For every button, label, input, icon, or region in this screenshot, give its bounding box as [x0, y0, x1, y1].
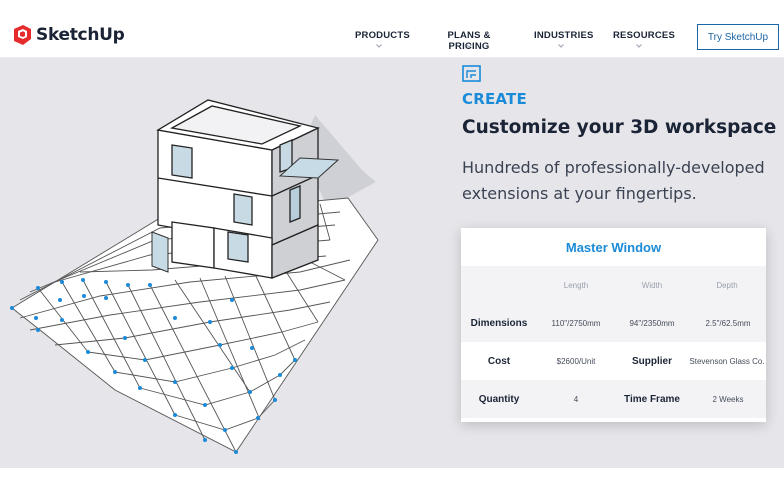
nav-item-label: RESOURCES	[613, 30, 675, 41]
nav-item-label: PRODUCTS	[355, 30, 410, 41]
chevron-down-icon	[636, 44, 642, 48]
dimensions-label: Dimensions	[470, 317, 528, 329]
cost-label: Cost	[487, 355, 511, 367]
dimensions-width: 94"/2350mm	[629, 318, 675, 328]
dimensions-length: 110"/2750mm	[551, 318, 601, 328]
nav-item-resources[interactable]: RESOURCES	[613, 30, 675, 48]
time-frame-label: Time Frame	[624, 393, 680, 405]
chevron-down-icon	[558, 44, 564, 48]
chevron-down-icon	[376, 44, 382, 48]
nav-item-products[interactable]: PRODUCTS	[355, 30, 410, 48]
building-illustration	[10, 99, 379, 454]
chevron-down-icon	[466, 44, 472, 48]
time-frame-value: 2 Weeks	[712, 394, 744, 404]
card-row-cost: Cost $2600/Unit Supplier Stevenson Glass…	[461, 342, 766, 380]
create-section-icon	[462, 65, 481, 82]
column-header-length: Length	[563, 280, 589, 290]
nav-item-industries[interactable]: INDUSTRIES	[534, 30, 593, 48]
supplier-label: Supplier	[631, 355, 672, 367]
top-nav: SketchUp PRODUCTS PLANS & PRICING INDUST…	[0, 0, 784, 58]
section-label: CREATE	[462, 90, 527, 108]
quantity-value: 4	[573, 394, 579, 404]
brand-logo[interactable]: SketchUp	[12, 22, 125, 48]
nav-item-plans-pricing[interactable]: PLANS & PRICING	[430, 30, 508, 52]
hero-headline: Customize your 3D workspace	[462, 117, 777, 138]
hero-subline: Hundreds of professionally-developed ext…	[462, 158, 765, 203]
brand-name: SketchUp	[36, 25, 125, 45]
master-window-card: Master Window Length Width Depth Dimensi…	[461, 228, 766, 422]
glass-door-panel	[151, 231, 169, 273]
building-model	[156, 99, 320, 279]
supplier-value: Stevenson Glass Co.	[689, 356, 765, 366]
column-header-width: Width	[641, 280, 663, 290]
sketchup-logo-icon	[14, 25, 31, 45]
quantity-label: Quantity	[478, 393, 520, 405]
page-bottom	[0, 468, 784, 492]
try-sketchup-button[interactable]: Try SketchUp	[697, 24, 779, 50]
card-title: Master Window	[565, 239, 662, 255]
card-row-quantity: Quantity 4 Time Frame 2 Weeks	[461, 380, 766, 418]
column-header-depth: Depth	[716, 280, 738, 290]
dimensions-depth: 2.5"/62.5mm	[705, 318, 751, 328]
cost-value: $2600/Unit	[556, 356, 596, 366]
nav-item-label: INDUSTRIES	[534, 30, 594, 41]
card-header-row: Length Width Depth	[461, 266, 766, 304]
card-row-dimensions: Dimensions 110"/2750mm 94"/2350mm 2.5"/6…	[461, 304, 766, 342]
